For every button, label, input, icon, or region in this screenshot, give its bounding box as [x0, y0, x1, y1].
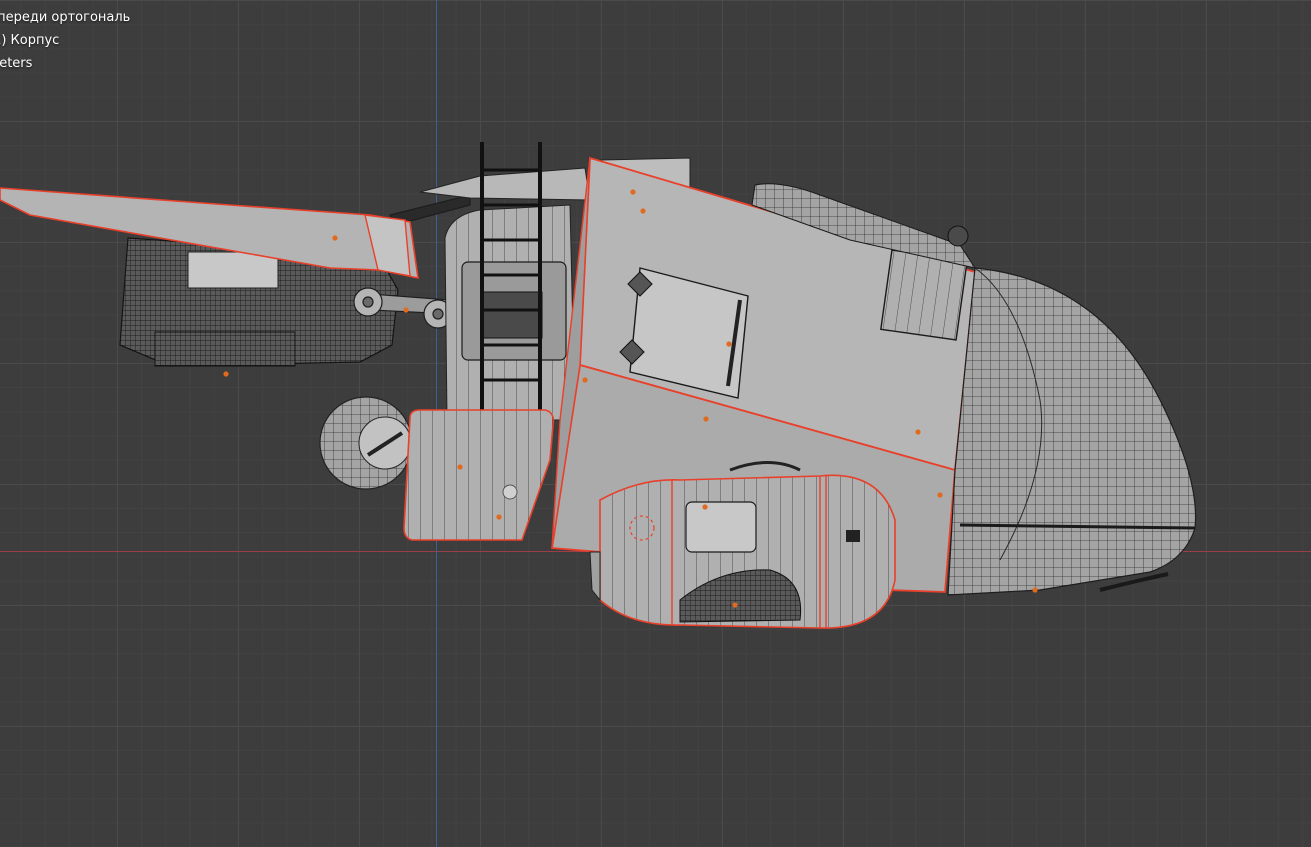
sensor-icon — [947, 225, 969, 247]
central-cylinder[interactable] — [444, 204, 576, 421]
disc-wheel[interactable] — [319, 396, 413, 490]
lower-front-block[interactable] — [403, 409, 555, 541]
3d-viewport[interactable]: Спереди ортогональ (1) Корпус Meters — [0, 0, 1311, 847]
top-plate[interactable] — [419, 167, 591, 201]
lower-engine[interactable] — [589, 461, 896, 629]
bolt-icon — [502, 484, 518, 500]
ship-model[interactable] — [0, 0, 1311, 847]
